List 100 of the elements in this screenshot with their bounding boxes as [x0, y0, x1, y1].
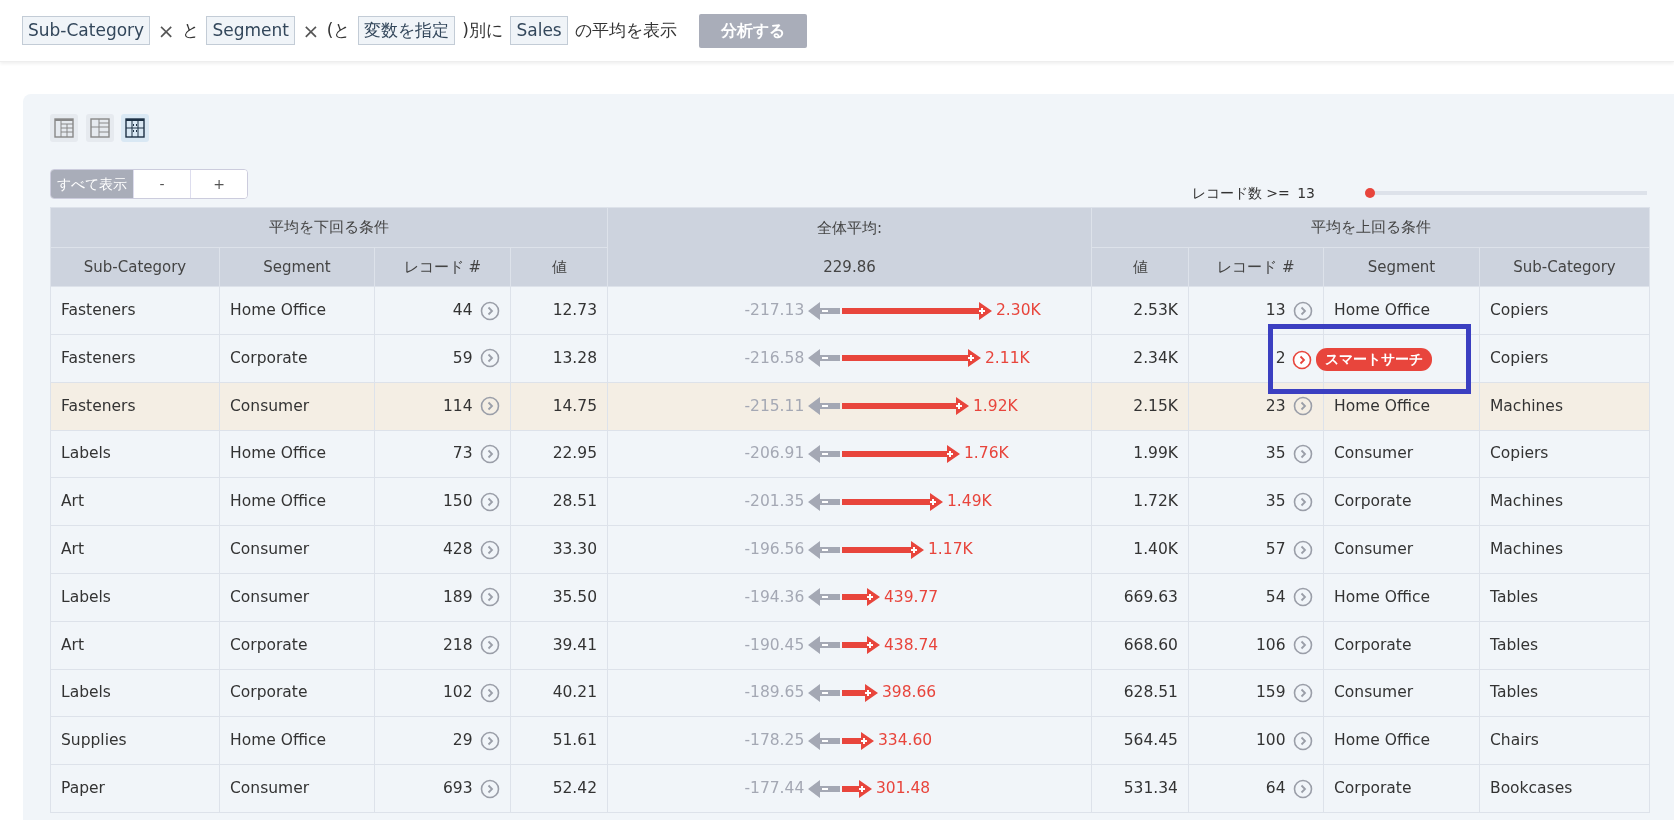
record-count-label: レコード数 >= — [1191, 183, 1290, 203]
plus-arrow-icon — [842, 492, 943, 511]
record-count: 189 — [442, 586, 473, 608]
chevron-circle-icon[interactable] — [1293, 396, 1313, 417]
query-text: )別に — [462, 18, 503, 42]
record-count: 59 — [452, 347, 473, 369]
table-cell: Corporate — [219, 669, 375, 717]
minus-arrow-icon — [808, 349, 840, 368]
variable-tag[interactable]: Sales — [510, 15, 568, 46]
variable-tag[interactable]: 変数を指定 — [357, 15, 455, 46]
chevron-circle-icon[interactable] — [1293, 300, 1313, 321]
group-header: 平均を上回る条件 — [1091, 207, 1650, 248]
column-header[interactable]: レコード # — [1188, 247, 1324, 287]
table-cell: Tables — [1479, 621, 1650, 670]
below-delta: -189.65 — [744, 682, 805, 704]
chevron-circle-icon[interactable] — [480, 730, 500, 751]
chevron-circle-icon[interactable] — [1293, 635, 1313, 656]
view-mode-button[interactable] — [121, 114, 149, 142]
chevron-circle-icon[interactable] — [480, 348, 500, 369]
below-delta: -178.25 — [744, 730, 805, 752]
column-header[interactable]: 値 — [1091, 247, 1189, 287]
plus-arrow-icon — [842, 731, 874, 750]
table-cell: Fasteners — [50, 382, 220, 431]
table-cell: Labels — [50, 430, 220, 478]
chevron-circle-icon[interactable] — [480, 300, 500, 321]
plus-arrow-icon — [842, 636, 880, 655]
table-layout-icon — [89, 118, 110, 138]
above-delta: 439.77 — [884, 586, 939, 608]
table-cell: 531.34 — [1091, 764, 1189, 813]
variable-tag[interactable]: Segment — [206, 15, 295, 46]
minus-arrow-icon — [808, 731, 840, 750]
below-delta: -194.36 — [744, 586, 805, 608]
table-cell: Consumer — [1323, 669, 1480, 717]
query-text: の平均を表示 — [575, 18, 678, 42]
table-cell: Home Office — [219, 716, 375, 765]
chevron-circle-icon[interactable] — [1293, 730, 1313, 751]
above-delta: 398.66 — [882, 682, 937, 704]
plus-arrow-icon — [842, 445, 960, 464]
record-count: 102 — [442, 682, 473, 704]
minus-arrow-icon — [808, 588, 840, 607]
table-cell: 564.45 — [1091, 716, 1189, 765]
table-cell: 52.42 — [510, 764, 608, 813]
record-count: 159 — [1255, 682, 1286, 704]
column-header[interactable]: Sub-Category — [50, 247, 220, 287]
chevron-circle-icon[interactable] — [480, 683, 500, 703]
overall-average-value: 229.86 — [823, 256, 876, 278]
table-cell: Corporate — [1323, 621, 1480, 670]
column-header[interactable]: Segment — [219, 247, 375, 287]
chevron-circle-icon[interactable] — [1293, 683, 1313, 703]
chevron-circle-icon[interactable] — [480, 778, 500, 799]
table-layout-icon — [54, 118, 74, 138]
record-count: 44 — [452, 300, 473, 321]
chevron-circle-icon[interactable] — [1292, 349, 1312, 370]
above-delta: 1.17K — [928, 539, 973, 560]
record-count: 100 — [1255, 730, 1286, 752]
record-count: 2 — [1275, 347, 1286, 369]
column-header[interactable]: Sub-Category — [1479, 247, 1650, 287]
chevron-circle-icon[interactable] — [1293, 539, 1313, 560]
chevron-circle-icon[interactable] — [480, 539, 500, 560]
chevron-circle-icon[interactable] — [1293, 778, 1313, 799]
below-delta: -196.56 — [744, 539, 805, 560]
table-cell: Consumer — [219, 764, 375, 813]
chevron-circle-icon[interactable] — [480, 491, 500, 512]
table-cell: Bookcases — [1479, 764, 1650, 813]
record-count-slider[interactable] — [1365, 188, 1647, 198]
query-text: と — [181, 18, 199, 42]
slider-thumb[interactable] — [1365, 188, 1375, 198]
variable-tag[interactable]: Sub-Category — [22, 15, 151, 46]
table-cell: Paper — [50, 764, 220, 813]
table-cell: Consumer — [1323, 430, 1480, 478]
table-cell: 35.50 — [510, 573, 608, 622]
chevron-circle-icon[interactable] — [480, 444, 500, 465]
table-cell: Consumer — [219, 525, 375, 574]
chevron-circle-icon[interactable] — [480, 635, 500, 656]
table-cell: Chairs — [1479, 716, 1650, 765]
group-header: 平均を下回る条件 — [50, 207, 608, 248]
table-cell: Corporate — [1323, 764, 1480, 813]
record-count: 428 — [442, 539, 473, 560]
above-delta: 438.74 — [884, 634, 939, 656]
remove-button[interactable]: × — [157, 15, 175, 46]
table-cell: 628.51 — [1091, 669, 1189, 717]
table-cell: 14.75 — [510, 382, 608, 431]
table-cell: Copiers — [1479, 286, 1650, 335]
plus-arrow-icon — [842, 588, 880, 607]
record-count: 29 — [452, 730, 473, 752]
plus-arrow-icon — [842, 779, 872, 798]
chevron-circle-icon[interactable] — [1293, 444, 1313, 465]
chevron-circle-icon[interactable] — [480, 587, 500, 608]
zoom-button[interactable]: + — [190, 170, 247, 198]
chevron-circle-icon[interactable] — [1293, 491, 1313, 512]
chevron-circle-icon[interactable] — [480, 396, 500, 417]
remove-button[interactable]: × — [302, 15, 320, 46]
column-header[interactable]: Segment — [1323, 247, 1480, 287]
smart-search-badge[interactable]: スマートサーチ — [1315, 348, 1432, 372]
chevron-circle-icon[interactable] — [1293, 587, 1313, 608]
table-cell: 669.63 — [1091, 573, 1189, 622]
table-cell: 668.60 — [1091, 621, 1189, 670]
column-header[interactable]: レコード # — [374, 247, 511, 287]
table-cell: Home Office — [219, 286, 375, 335]
column-header[interactable]: 値 — [510, 247, 608, 287]
